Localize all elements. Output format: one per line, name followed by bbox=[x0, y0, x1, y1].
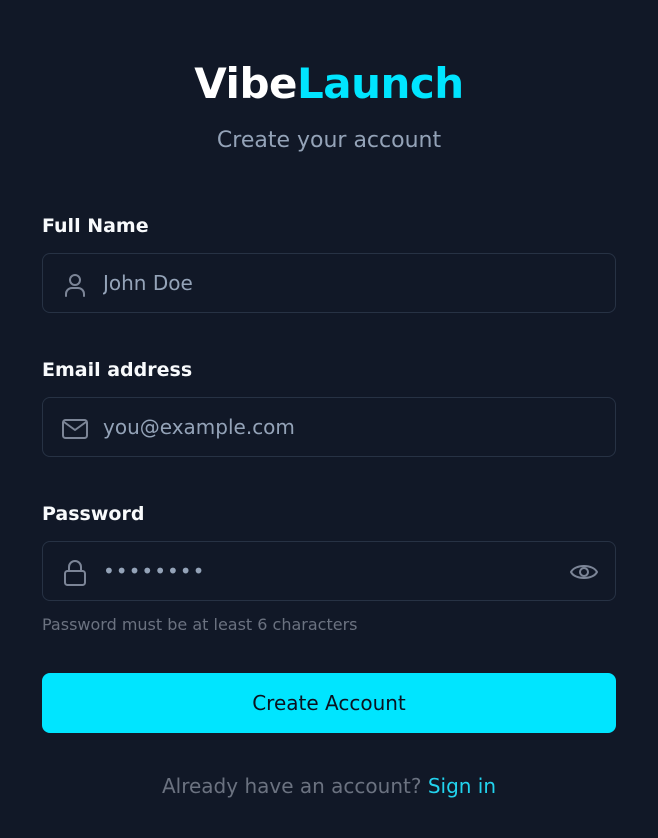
password-field-wrapper bbox=[42, 541, 616, 601]
full-name-field-wrapper bbox=[42, 253, 616, 313]
password-hint: Password must be at least 6 characters bbox=[42, 615, 358, 634]
mail-icon bbox=[61, 415, 89, 443]
signin-prompt: Already have an account? Sign in bbox=[0, 772, 658, 800]
signup-card: VibeLaunch Create your account Full Name… bbox=[0, 0, 658, 838]
password-input[interactable] bbox=[103, 542, 563, 600]
sign-in-link[interactable]: Sign in bbox=[428, 774, 496, 798]
full-name-label: Full Name bbox=[42, 215, 149, 237]
logo-part-1: Vibe bbox=[194, 59, 297, 108]
email-input[interactable] bbox=[103, 398, 563, 456]
full-name-input[interactable] bbox=[103, 254, 563, 312]
signin-prompt-text: Already have an account? bbox=[161, 774, 422, 798]
create-account-button[interactable]: Create Account bbox=[42, 673, 616, 733]
email-field-wrapper bbox=[42, 397, 616, 457]
page-subtitle: Create your account bbox=[216, 128, 442, 153]
eye-icon[interactable] bbox=[569, 558, 599, 586]
logo-part-2: Launch bbox=[297, 59, 464, 108]
app-logo: VibeLaunch bbox=[0, 58, 658, 110]
lock-icon bbox=[61, 559, 89, 587]
email-label: Email address bbox=[42, 359, 193, 381]
user-icon bbox=[61, 271, 89, 299]
password-label: Password bbox=[42, 503, 145, 525]
